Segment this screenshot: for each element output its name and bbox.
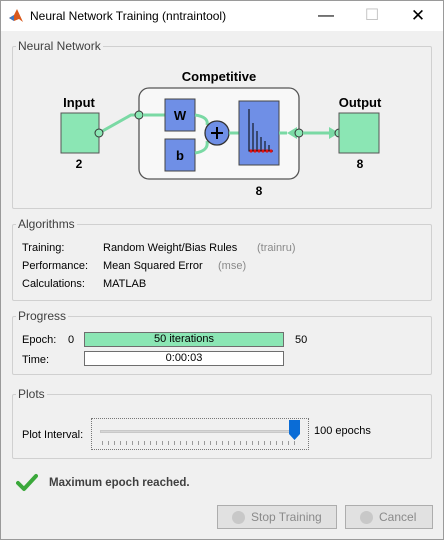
cancel-icon xyxy=(360,511,373,524)
bias-label: b xyxy=(176,148,184,163)
plot-interval-label: Plot Interval: xyxy=(22,429,84,441)
calculations-label: Calculations: xyxy=(22,278,85,290)
transfer-function-block xyxy=(238,100,280,166)
algorithms-legend: Algorithms xyxy=(18,217,75,231)
output-size: 8 xyxy=(357,157,364,171)
epoch-progress-bar: 50 iterations xyxy=(84,332,284,347)
input-connection xyxy=(98,113,139,135)
time-label: Time: xyxy=(22,354,50,366)
slider-track xyxy=(100,430,300,433)
stop-training-label: Stop Training xyxy=(251,510,322,524)
checkmark-icon xyxy=(16,474,38,491)
time-display: 0:00:03 xyxy=(84,351,284,366)
epoch-progress-text: 50 iterations xyxy=(154,333,214,345)
training-label: Training: xyxy=(22,242,65,254)
cancel-label: Cancel xyxy=(379,510,417,524)
cancel-button[interactable]: Cancel xyxy=(345,505,433,529)
epoch-label: Epoch: xyxy=(22,334,57,346)
slider-thumb[interactable] xyxy=(289,420,300,440)
stop-training-button[interactable]: Stop Training xyxy=(217,505,337,529)
calculations-value: MATLAB xyxy=(103,278,147,290)
slider-ticks xyxy=(102,441,298,445)
epoch-max: 50 xyxy=(295,334,308,346)
nntraintool-window: Neural Network Training (nntraintool) — … xyxy=(0,0,444,540)
time-value: 0:00:03 xyxy=(165,352,203,364)
layer-input-node xyxy=(134,110,144,120)
weight-label: W xyxy=(174,108,187,123)
performance-label: Performance: xyxy=(22,260,89,272)
plot-interval-value: 100 epochs xyxy=(314,425,371,437)
training-note: (trainru) xyxy=(257,242,296,254)
input-label: Input xyxy=(63,95,95,110)
network-diagram: Input 2 Competitive W b 8 Output 8 xyxy=(60,69,382,198)
status-message: Maximum epoch reached. xyxy=(49,477,190,489)
input-size: 2 xyxy=(76,157,83,171)
input-node xyxy=(94,128,104,138)
performance-note: (mse) xyxy=(218,260,247,272)
progress-legend: Progress xyxy=(18,309,67,323)
plot-interval-slider[interactable] xyxy=(91,418,309,450)
epoch-min: 0 xyxy=(68,334,75,346)
output-block xyxy=(338,112,380,154)
layer-label: Competitive xyxy=(182,69,256,84)
layer-output-node xyxy=(294,128,304,138)
plots-legend: Plots xyxy=(18,387,45,401)
input-block xyxy=(60,112,100,154)
stop-icon xyxy=(232,511,245,524)
performance-value: Mean Squared Error xyxy=(103,260,203,272)
training-value: Random Weight/Bias Rules xyxy=(103,242,238,254)
output-label: Output xyxy=(339,95,382,110)
layer-size: 8 xyxy=(256,184,263,198)
